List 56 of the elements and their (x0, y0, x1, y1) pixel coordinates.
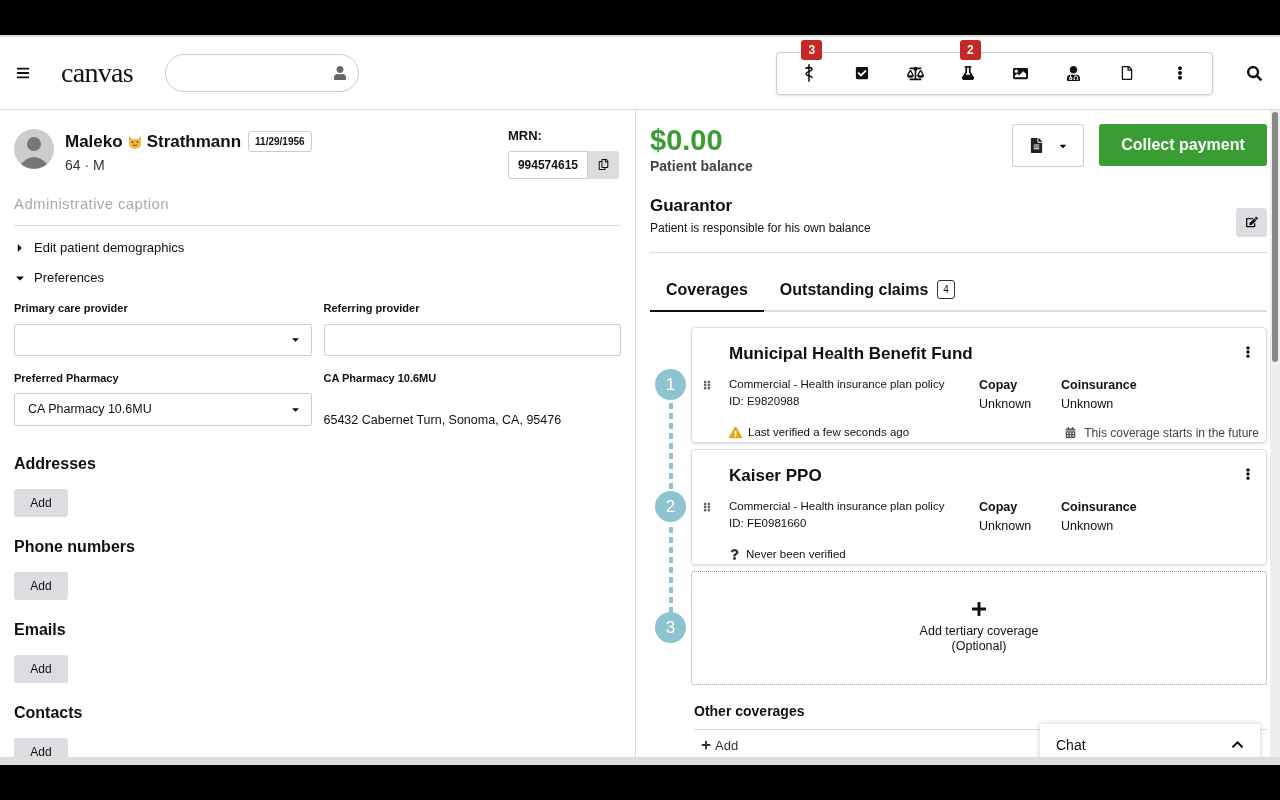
coverage-type: Commercial - Health insurance plan policy (729, 499, 946, 514)
birth-date-tag: 11/29/1956 (248, 131, 312, 153)
tab[interactable]: Coverages (650, 277, 764, 312)
add-button[interactable]: Add (14, 571, 68, 600)
mrn-label: MRN: (507, 127, 543, 145)
coverage-id: ID: E9820988 (729, 394, 801, 410)
balance-amount: $0.00 (650, 124, 724, 156)
coverage-id: ID: FE0981660 (729, 516, 808, 532)
pharmacy-name: CA Pharmacy 10.6MU (323, 370, 438, 386)
balance-label: Patient balance (650, 157, 753, 176)
age-sex: 64 · M (65, 155, 106, 175)
patient-last-name: Strathmann (146, 131, 242, 153)
pharmacy-address: 65432 Cabernet Turn, Sonoma, CA, 95476 (323, 412, 563, 429)
pharmacy-select[interactable]: CA Pharmacy 10.6MU (14, 393, 312, 426)
coinsurance-label: Coinsurance (1061, 499, 1137, 516)
coinsurance-label: Coinsurance (1061, 377, 1137, 394)
copay-value: Unknown (979, 395, 1033, 413)
count-badge: 3 (801, 40, 823, 60)
chat-panel[interactable]: Chat (1040, 724, 1260, 757)
section-title: Addresses (14, 453, 96, 474)
section-title: Emails (14, 619, 66, 640)
copay-label: Copay (979, 499, 1019, 516)
add-link[interactable]: Add (701, 735, 739, 755)
section-title: Contacts (14, 702, 83, 723)
guarantor-text: Patient is responsible for his own balance (650, 219, 871, 237)
mrn-value: 994574615 (507, 150, 588, 179)
verification-status: Never been verified (746, 546, 846, 562)
section-title: Phone numbers (14, 536, 135, 557)
step-number: 2 (655, 491, 686, 522)
count-badge: 4 (937, 280, 955, 299)
add-button[interactable]: Add (14, 488, 68, 517)
field-label: Preferred Pharmacy (14, 370, 120, 386)
disclosure-toggle[interactable]: Edit patient demographics (14, 238, 621, 258)
patient-first-name: Maleko (65, 131, 123, 153)
copay-label: Copay (979, 377, 1019, 394)
tab[interactable]: Outstanding claims 4 (763, 277, 971, 312)
coverage-name: Municipal Health Benefit Fund (729, 342, 973, 365)
field-label: Primary care provider (14, 301, 129, 316)
step-number: 3 (655, 612, 686, 643)
coinsurance-value: Unknown (1061, 395, 1115, 413)
logo: canvas (61, 56, 133, 90)
coinsurance-value: Unknown (1061, 517, 1115, 535)
add-button[interactable]: Add (14, 654, 68, 683)
step-number: 1 (655, 369, 686, 400)
coverage-name: Kaiser PPO (729, 464, 822, 487)
copay-value: Unknown (979, 517, 1033, 535)
field-label: Referring provider (323, 301, 421, 316)
coverage-type: Commercial - Health insurance plan policy (729, 377, 946, 392)
section-title: Other coverages (694, 702, 805, 719)
count-badge: 2 (960, 40, 981, 60)
add-button[interactable]: Add (14, 737, 68, 757)
verification-status: Last verified a few seconds ago (748, 424, 910, 440)
disclosure-toggle[interactable]: Preferences (14, 268, 621, 288)
guarantor-title: Guarantor (650, 195, 734, 217)
caption-field[interactable]: Administrative caption (14, 192, 621, 226)
coverage-note: This coverage starts in the future (1084, 424, 1259, 442)
